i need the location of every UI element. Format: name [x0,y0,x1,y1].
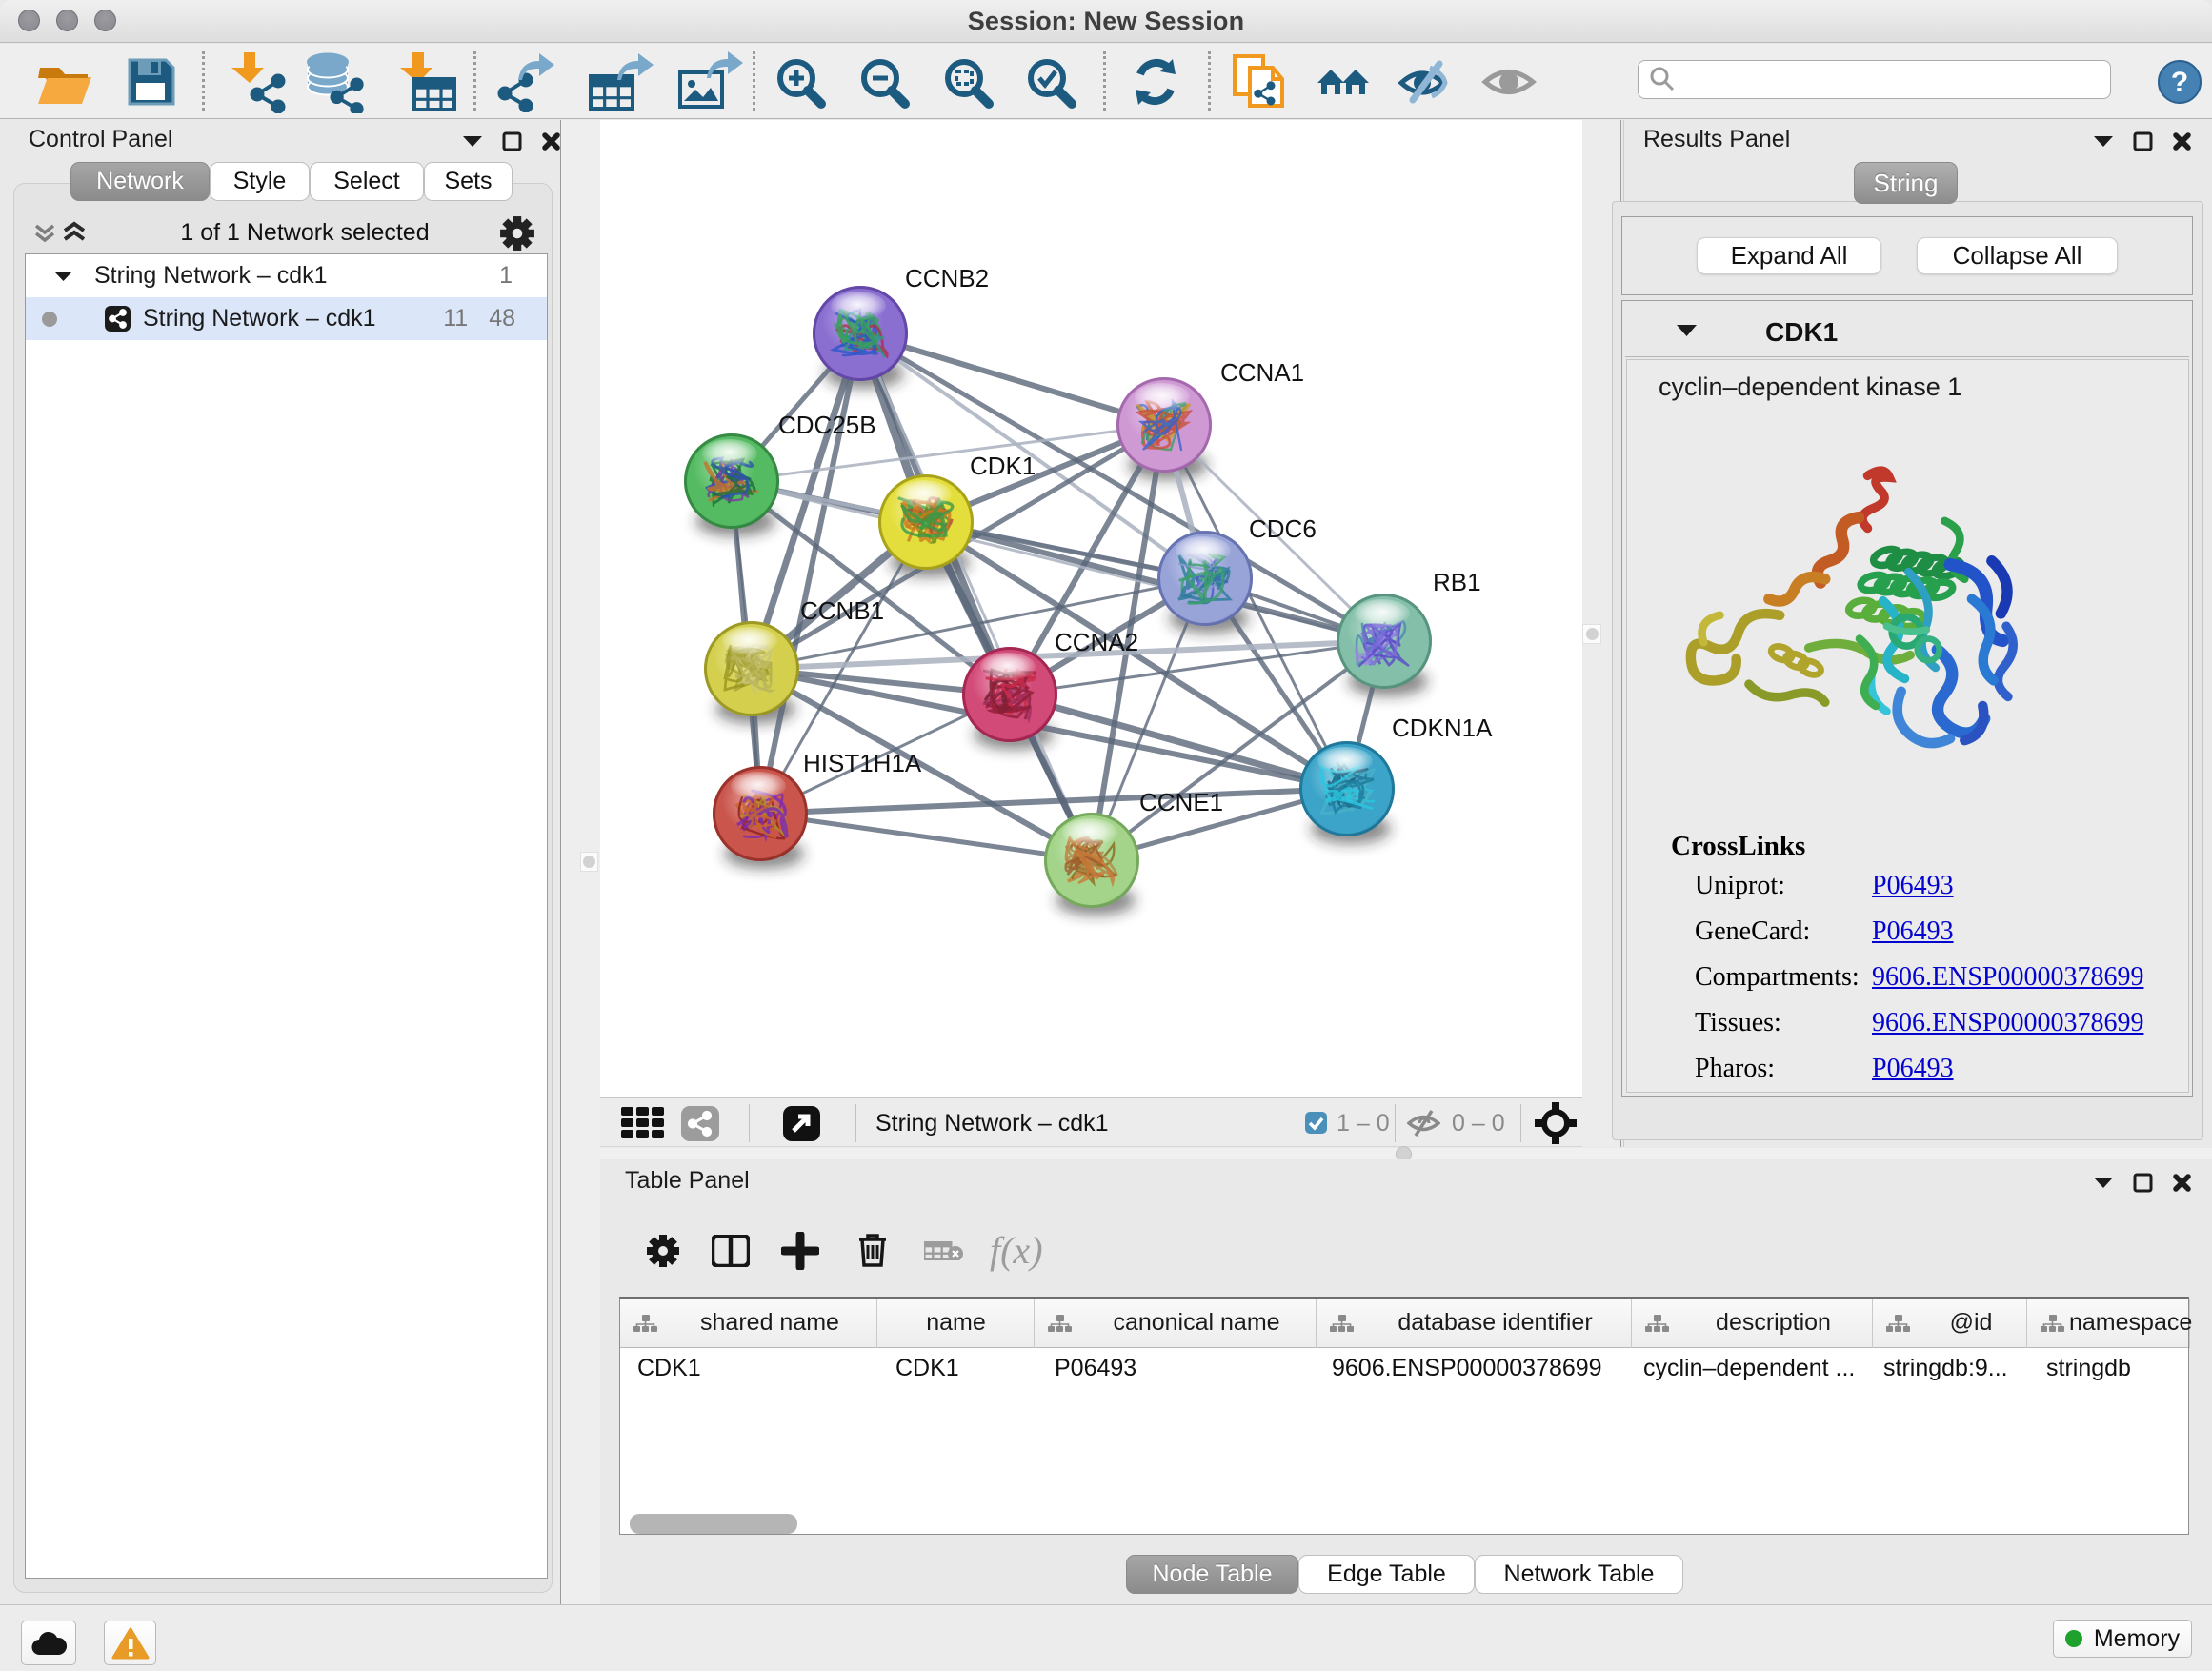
svg-text:HIST1H1A: HIST1H1A [803,749,922,777]
svg-text:CCNE1: CCNE1 [1139,788,1223,816]
svg-text:CDKN1A: CDKN1A [1392,714,1493,742]
svg-text:CCNA2: CCNA2 [1055,628,1138,656]
svg-text:CCNB2: CCNB2 [905,264,989,292]
svg-text:CCNB1: CCNB1 [800,596,884,625]
svg-text:CDC25B: CDC25B [778,411,876,439]
svg-text:RB1: RB1 [1433,568,1481,596]
svg-text:?: ? [2171,67,2188,98]
svg-text:CCNA1: CCNA1 [1220,358,1304,387]
svg-text:CDK1: CDK1 [970,452,1036,480]
svg-text:CDC6: CDC6 [1249,514,1317,543]
